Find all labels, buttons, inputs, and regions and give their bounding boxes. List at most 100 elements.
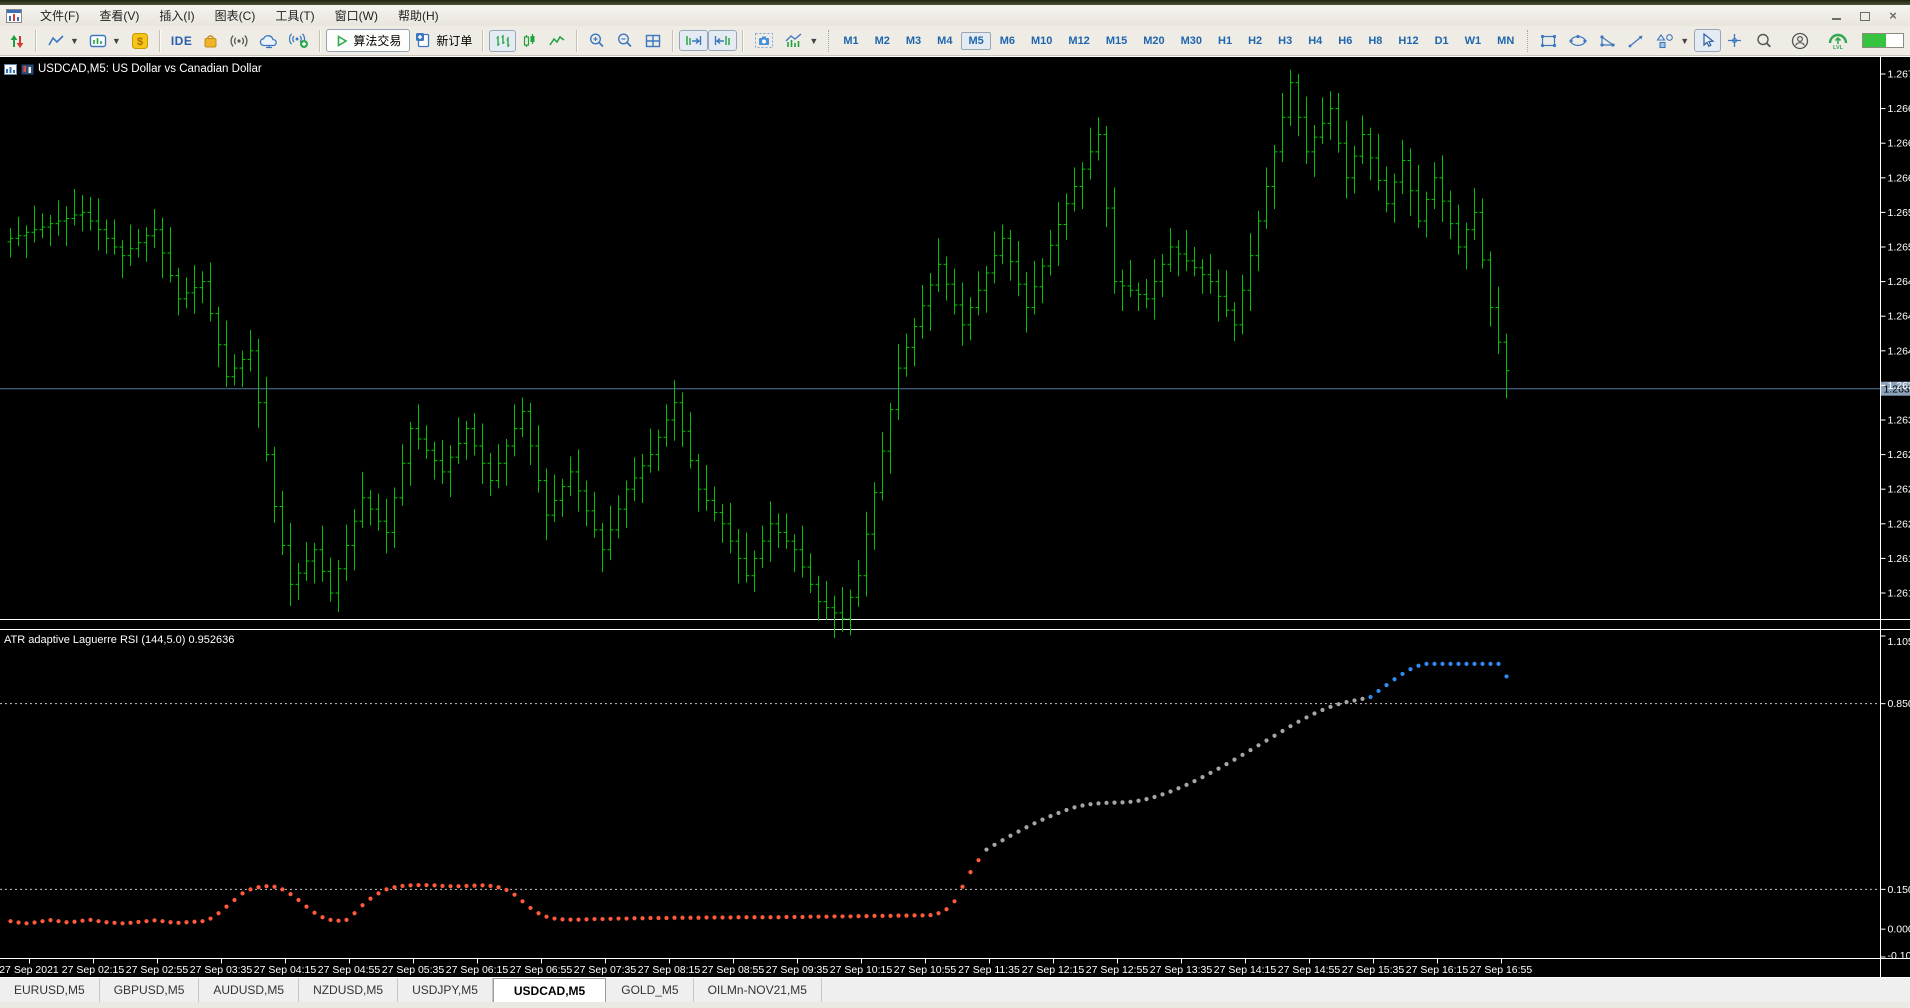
time-axis-label: 27 Sep 02:15 <box>62 964 125 976</box>
timeframe-m20[interactable]: M20 <box>1136 32 1171 50</box>
timeframe-h4[interactable]: H4 <box>1301 32 1329 50</box>
restore-button[interactable] <box>1858 10 1872 22</box>
minimize-button[interactable] <box>1830 10 1844 22</box>
price-axis-label: 1.26360 <box>1888 380 1910 392</box>
shift-chart-end-button[interactable] <box>679 30 709 51</box>
timeframe-m10[interactable]: M10 <box>1024 32 1059 50</box>
timeframe-m2[interactable]: M2 <box>868 32 897 50</box>
time-axis-label: 27 Sep 16:15 <box>1406 964 1469 976</box>
timeframe-h3[interactable]: H3 <box>1271 32 1299 50</box>
timeframe-m6[interactable]: M6 <box>993 32 1022 50</box>
price-axis[interactable]: 1.26720 1.26680 1.26640 1.26600 1.26560 1.265… <box>1881 69 1910 600</box>
indicator-axis-label: 0.150000 <box>1888 884 1910 896</box>
app-icon[interactable] <box>6 8 22 23</box>
new-order-button[interactable]: 新订单 <box>410 29 477 52</box>
draw-ellipse-button[interactable] <box>1563 30 1593 52</box>
level-up-icon: LVL <box>1828 33 1848 50</box>
symbol-tab[interactable]: USDJPY,M5 <box>398 978 493 1002</box>
price-axis-label: 1.26720 <box>1888 69 1910 81</box>
chart-canvas[interactable]: 1.263771.267201.266801.266401.266001.265… <box>0 56 1910 978</box>
timeframe-w1[interactable]: W1 <box>1458 32 1489 50</box>
menu-item[interactable]: 插入(I) <box>149 5 204 26</box>
toolbar-separator <box>319 29 322 52</box>
chevron-down-icon: ▼ <box>111 35 121 46</box>
price-axis-label: 1.26120 <box>1888 588 1910 600</box>
timeframe-m3[interactable]: M3 <box>899 32 928 50</box>
symbol-tab-active[interactable]: USDCAD,M5 <box>492 978 607 1002</box>
timeframe-h12[interactable]: H12 <box>1391 32 1425 50</box>
time-axis[interactable]: 27 Sep 2021 27 Sep 02:15 27 Sep 02:55 27 Se… <box>0 958 1533 977</box>
menu-item[interactable]: 帮助(H) <box>388 5 449 26</box>
timeframe-m12[interactable]: M12 <box>1061 32 1096 50</box>
timeframe-m1[interactable]: M1 <box>836 32 865 50</box>
indicator-axis-label: -0.105000 <box>1888 950 1910 962</box>
timeframe-m5[interactable]: M5 <box>961 31 991 50</box>
market-button[interactable] <box>197 29 224 52</box>
menu-item[interactable]: 窗口(W) <box>325 5 388 26</box>
symbol-tab[interactable]: NZDUSD,M5 <box>299 978 399 1002</box>
price-axis-label: 1.26160 <box>1888 553 1910 565</box>
timeframe-m15[interactable]: M15 <box>1099 32 1134 50</box>
timeframe-mn[interactable]: MN <box>1490 32 1521 50</box>
timeframe-h6[interactable]: H6 <box>1331 32 1359 50</box>
search-button[interactable] <box>1750 29 1778 52</box>
candlestick-style-button[interactable] <box>516 30 543 52</box>
pane-borders <box>0 56 1910 978</box>
vps-button[interactable] <box>254 30 284 52</box>
symbol-tab[interactable]: GBPUSD,M5 <box>100 978 200 1002</box>
indicators-button[interactable]: ▼ <box>779 30 823 52</box>
toolbar-right-cluster: LVL <box>1750 29 1910 53</box>
algo-trading-button[interactable]: 算法交易 <box>326 29 411 52</box>
crosshair-button[interactable] <box>1721 29 1748 52</box>
symbol-tab[interactable]: OILMn-NOV21,M5 <box>694 978 822 1002</box>
draw-trendline-button[interactable] <box>1622 30 1651 52</box>
chart-title-icon-bars <box>4 63 17 75</box>
trade-arrows-button[interactable] <box>4 30 30 52</box>
draw-objects-button[interactable]: ▼ <box>1651 30 1694 52</box>
timeframe-m30[interactable]: M30 <box>1174 32 1209 50</box>
cursor-icon <box>1703 32 1715 48</box>
draw-rectangle-button[interactable] <box>1534 30 1563 52</box>
time-axis-label: 27 Sep 02:55 <box>126 964 189 976</box>
indicator-axis-label: 1.105000 <box>1888 636 1910 648</box>
market-watch-button[interactable]: $ <box>126 29 154 53</box>
chart-region: 1.263771.267201.266801.266401.266001.265… <box>0 56 1910 978</box>
timeframe-h1[interactable]: H1 <box>1211 32 1239 50</box>
line-style-icon <box>549 35 565 45</box>
chart-window-button[interactable]: ▼ <box>84 30 126 52</box>
menu-item[interactable]: 文件(F) <box>30 5 89 26</box>
support-button[interactable] <box>1786 29 1814 53</box>
symbol-tab[interactable]: GOLD_M5 <box>607 978 694 1002</box>
time-axis-label: 27 Sep 16:55 <box>1470 964 1533 976</box>
symbol-tab[interactable]: AUDUSD,M5 <box>199 978 300 1002</box>
tile-windows-button[interactable] <box>639 30 667 52</box>
line-chart-style-button[interactable] <box>543 30 571 52</box>
draw-triangle-button[interactable] <box>1593 30 1622 52</box>
timeframe-m4[interactable]: M4 <box>930 32 959 50</box>
symbol-tab[interactable]: EURUSD,M5 <box>0 978 100 1002</box>
timeframe-h2[interactable]: H2 <box>1241 32 1269 50</box>
cursor-button[interactable] <box>1694 29 1722 52</box>
rectangle-shape-icon <box>1541 34 1557 47</box>
close-button[interactable]: × <box>1886 9 1900 22</box>
news-broadcast-button[interactable] <box>284 29 314 52</box>
chart-profile-button[interactable]: ▼ <box>42 30 84 52</box>
menu-item[interactable]: 查看(V) <box>89 5 149 26</box>
svg-text:LVL: LVL <box>1833 45 1844 50</box>
zoom-in-button[interactable] <box>583 29 611 52</box>
level-up-button[interactable]: LVL <box>1822 29 1854 53</box>
price-axis-label: 1.26640 <box>1888 138 1910 150</box>
menu-item[interactable]: 图表(C) <box>205 5 266 26</box>
menu-item[interactable]: 工具(T) <box>265 5 324 26</box>
timeframe-h8[interactable]: H8 <box>1361 32 1389 50</box>
timeframe-d1[interactable]: D1 <box>1428 32 1456 50</box>
price-axis-label: 1.26240 <box>1888 484 1910 496</box>
screenshot-button[interactable] <box>749 29 779 52</box>
dollar-icon: $ <box>131 32 148 49</box>
bar-chart-style-button[interactable] <box>489 29 517 52</box>
zoom-out-button[interactable] <box>611 29 639 52</box>
signals-button[interactable] <box>224 30 254 52</box>
shift-chart-start-button[interactable] <box>708 30 738 51</box>
ide-button[interactable]: IDE <box>166 31 198 51</box>
indicator-axis[interactable]: 1.105000 0.850000 0.150000 0.000000 -0.10500… <box>1881 635 1910 962</box>
